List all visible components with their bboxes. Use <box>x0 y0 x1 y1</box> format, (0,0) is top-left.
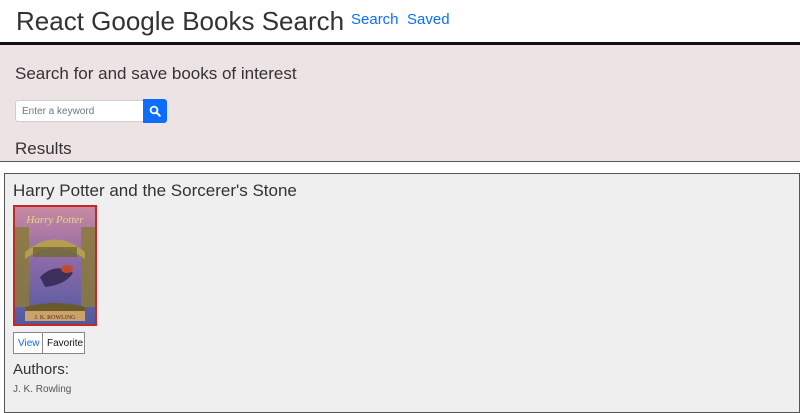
author-name: J. K. Rowling <box>13 384 72 395</box>
search-icon <box>149 105 161 117</box>
navbar: React Google Books Search Search Saved <box>0 0 800 45</box>
book-cover-art: Harry Potter J. K. ROWLING <box>15 207 95 324</box>
app-brand-title[interactable]: React Google Books Search <box>16 6 344 36</box>
book-title: Harry Potter and the Sorcerer's Stone <box>13 181 297 200</box>
nav-link-search[interactable]: Search <box>351 11 399 29</box>
nav-link-saved[interactable]: Saved <box>407 11 450 29</box>
book-result-card: Harry Potter and the Sorcerer's Stone Ha… <box>4 173 800 413</box>
cover-title-art: Harry Potter <box>25 214 84 226</box>
cover-author-art: J. K. ROWLING <box>35 315 77 321</box>
results-heading: Results <box>15 139 72 158</box>
favorite-button[interactable]: Favorite <box>42 332 85 354</box>
view-button[interactable]: View <box>13 332 42 354</box>
authors-heading: Authors: <box>13 361 69 378</box>
book-cover-image: Harry Potter J. K. ROWLING <box>13 205 97 326</box>
search-heading: Search for and save books of interest <box>15 64 297 83</box>
search-panel: Search for and save books of interest Re… <box>0 45 800 162</box>
book-actions: View Favorite <box>13 332 85 354</box>
keyword-search-input[interactable] <box>15 100 143 122</box>
search-button[interactable] <box>143 99 167 123</box>
